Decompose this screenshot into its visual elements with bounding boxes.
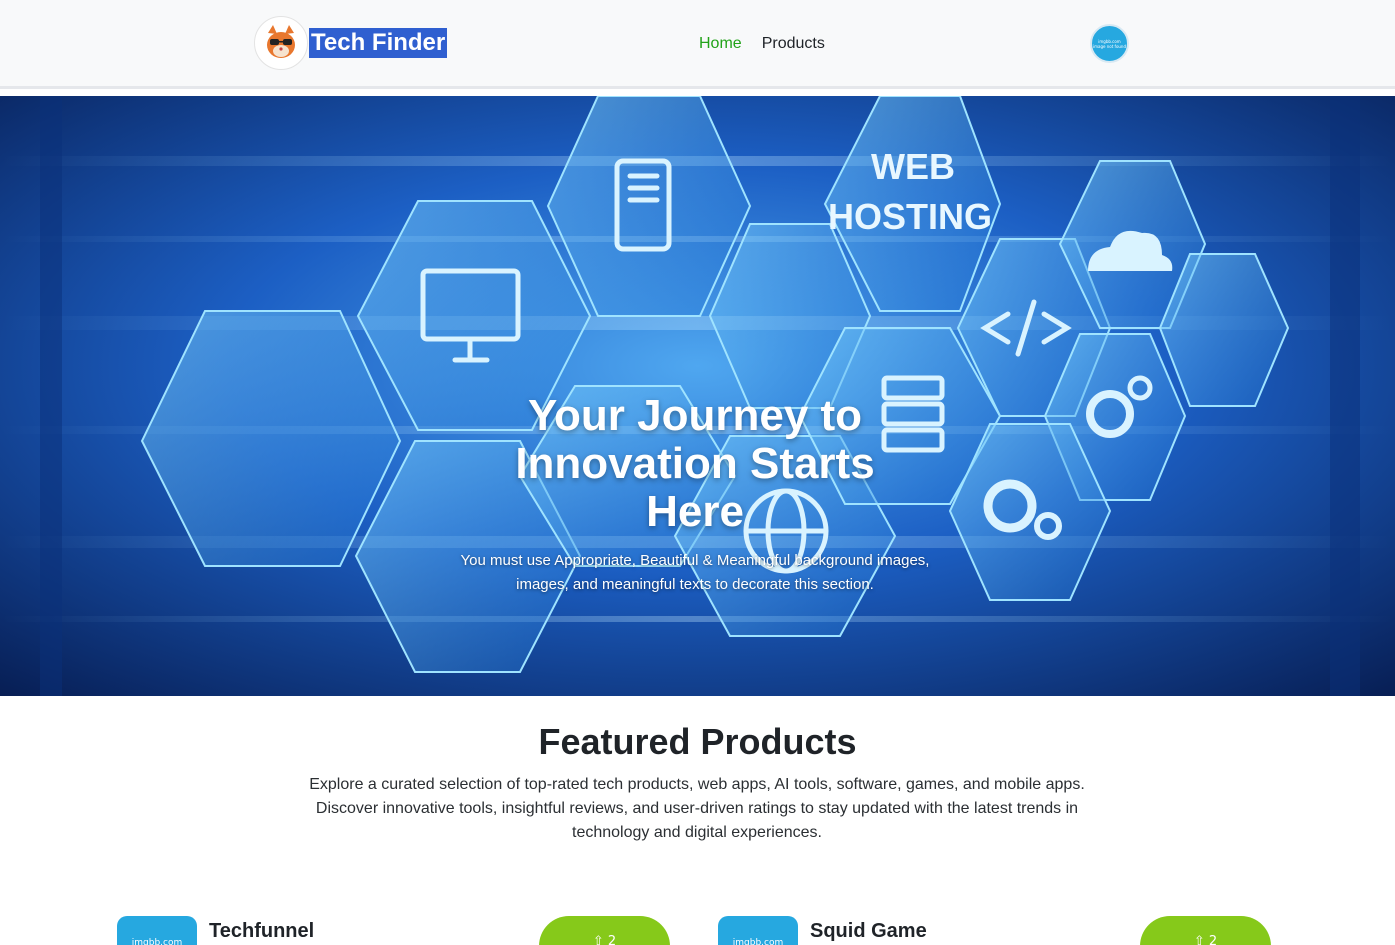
- featured-title: Featured Products: [538, 721, 857, 762]
- product-name[interactable]: Squid Game: [810, 919, 927, 943]
- hex-label-web: WEB: [871, 146, 955, 187]
- brand-name[interactable]: Tech Finder: [309, 28, 448, 58]
- user-avatar[interactable]: imgbb.com image not found: [1090, 24, 1129, 63]
- navbar: Tech Finder Home Products imgbb.com imag…: [0, 0, 1395, 89]
- avatar-text-line2: image not found: [1092, 43, 1127, 49]
- upvote-count: 2: [1208, 934, 1218, 945]
- upvote-icon: ⇧: [1193, 934, 1209, 945]
- nav-links: Home Products: [699, 34, 825, 54]
- nav-link-home[interactable]: Home: [699, 34, 742, 54]
- upvote-button[interactable]: ⇧ 2: [539, 916, 670, 945]
- featured-description: Explore a curated selection of top-rated…: [309, 776, 1085, 841]
- brand[interactable]: Tech Finder: [254, 16, 448, 70]
- cat-logo-icon[interactable]: [254, 16, 308, 70]
- upvote-icon: ⇧: [592, 934, 608, 945]
- hex-label-hosting: HOSTING: [828, 196, 992, 237]
- product-name[interactable]: Techfunnel: [209, 919, 314, 943]
- product-card[interactable]: imgbb.com Techfunnel ⇧ 2: [117, 915, 670, 945]
- hero-subtitle: You must use Appropriate, Beautiful & Me…: [460, 552, 930, 593]
- product-thumbnail[interactable]: imgbb.com: [718, 916, 798, 945]
- hero-title: Your Journey to Innovation Starts Here: [515, 391, 875, 536]
- upvote-count: 2: [607, 934, 617, 945]
- hero-banner: WEB HOSTING Your Journey to Innovation S…: [0, 96, 1395, 696]
- product-card[interactable]: imgbb.com Squid Game ⇧ 2: [718, 915, 1271, 945]
- product-thumbnail[interactable]: imgbb.com: [117, 916, 197, 945]
- nav-link-products[interactable]: Products: [762, 34, 825, 54]
- upvote-button[interactable]: ⇧ 2: [1140, 916, 1271, 945]
